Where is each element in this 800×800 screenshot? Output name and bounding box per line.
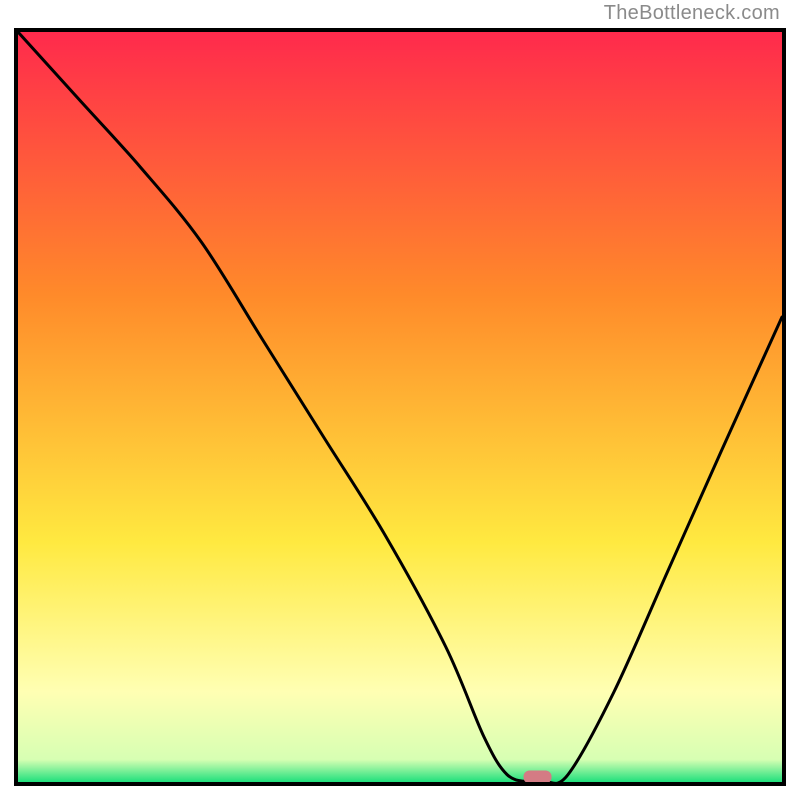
- watermark-text: TheBottleneck.com: [604, 2, 780, 25]
- plot-frame: [14, 28, 786, 786]
- plot-svg: [18, 32, 782, 782]
- gradient-background: [18, 32, 782, 782]
- optimal-marker: [524, 771, 552, 783]
- chart-container: TheBottleneck.com: [0, 0, 800, 800]
- plot-area: [18, 32, 782, 782]
